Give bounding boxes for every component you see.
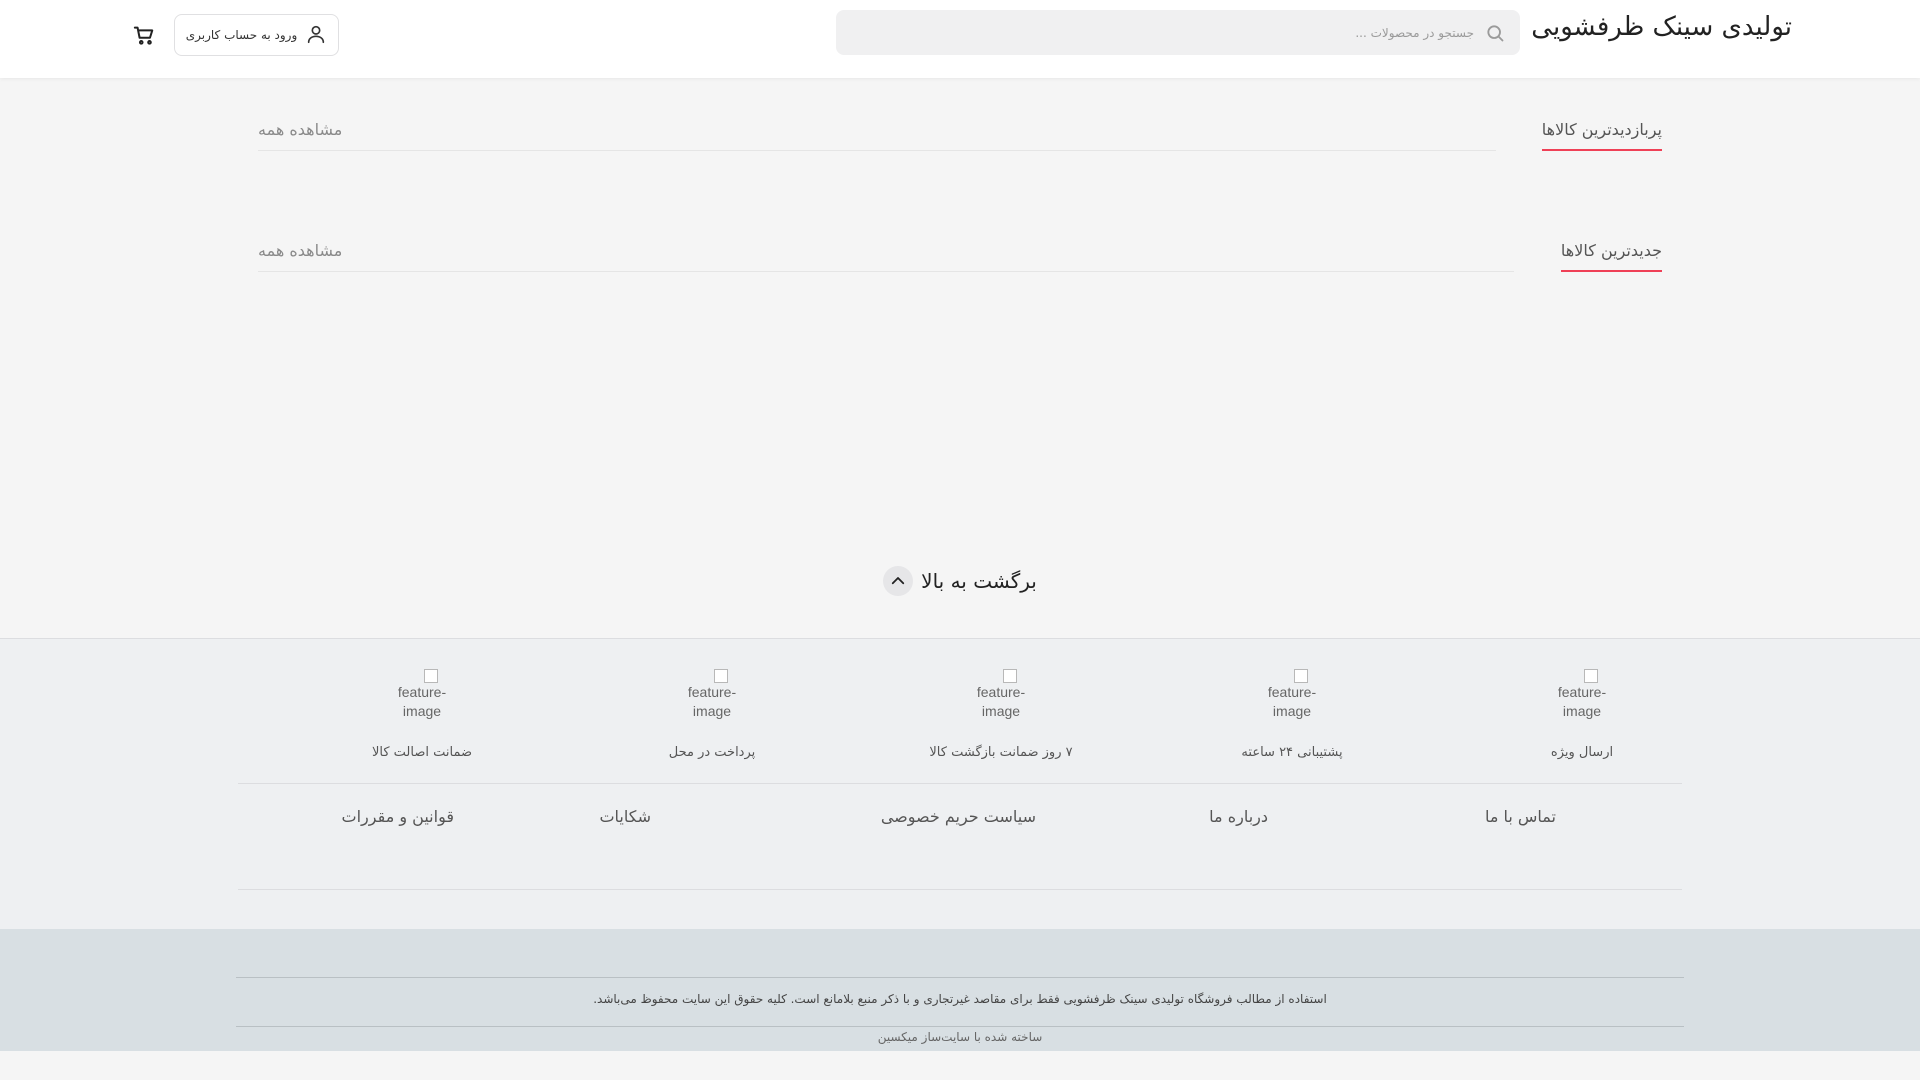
back-to-top-button[interactable]: برگشت به بالا: [0, 566, 1920, 596]
login-button[interactable]: ورود به حساب کاربری: [174, 14, 339, 56]
copyright-text: استفاده از مطالب فروشگاه تولیدی سینک ظرف…: [593, 992, 1327, 1006]
broken-image-icon: [714, 669, 728, 683]
newest-section: جدیدترین کالاها مشاهده همه: [258, 231, 1662, 272]
broken-image-icon: [1294, 669, 1308, 683]
footer-link-complaints[interactable]: شکایات: [599, 807, 651, 826]
feature-label: ارسال ویژه: [1550, 745, 1614, 760]
footer-link-terms[interactable]: قوانین و مقررات: [342, 807, 454, 826]
see-all-link[interactable]: مشاهده همه: [258, 241, 342, 260]
made-with-link[interactable]: ساخته شده با سایت‌ساز میکسین: [0, 1030, 1920, 1044]
search-bar[interactable]: [836, 10, 1520, 55]
most-viewed-section: پربازدیدترین کالاها مشاهده همه: [258, 110, 1662, 151]
login-label: ورود به حساب کاربری: [185, 28, 298, 42]
footer-link-privacy[interactable]: سیاست حریم خصوصی: [881, 807, 1036, 826]
feature-label: ۷ روز ضمانت بازگشت کالا: [929, 745, 1073, 760]
chevron-up-icon: [883, 566, 914, 596]
section-divider: [258, 271, 1514, 272]
broken-image-icon: [1584, 669, 1598, 683]
footer-link-contact[interactable]: تماس با ما: [1485, 807, 1556, 826]
user-icon: [305, 23, 327, 48]
site-footer: feature-image ارسال ویژه feature-image پ…: [0, 638, 1920, 929]
search-icon[interactable]: [1484, 22, 1506, 44]
copyright-bar: استفاده از مطالب فروشگاه تولیدی سینک ظرف…: [0, 929, 1920, 1051]
feature-label: پشتیبانی ۲۴ ساعته: [1241, 745, 1343, 760]
footer-link-about[interactable]: درباره ما: [1209, 807, 1268, 826]
footer-links: تماس با ما درباره ما سیاست حریم خصوصی شک…: [238, 807, 1682, 847]
broken-image-icon: [1003, 669, 1017, 683]
search-input[interactable]: [874, 25, 1474, 40]
footer-divider: [238, 783, 1682, 784]
section-title: جدیدترین کالاها: [1560, 241, 1662, 272]
copyright-divider: [236, 1026, 1684, 1027]
feature-image: feature-image: [1262, 669, 1322, 725]
feature-image: feature-image: [1552, 669, 1612, 725]
feature-label: ضمانت اصالت کالا: [371, 745, 473, 760]
features-row: feature-image ارسال ویژه feature-image پ…: [238, 669, 1682, 760]
cart-icon[interactable]: [132, 24, 156, 46]
feature-image: feature-image: [392, 669, 452, 725]
feature-item: feature-image ضمانت اصالت کالا: [322, 669, 522, 760]
feature-item: feature-image پرداخت در محل: [612, 669, 812, 760]
feature-label: پرداخت در محل: [668, 745, 756, 760]
copyright-divider: [236, 977, 1684, 978]
feature-image: feature-image: [971, 669, 1031, 725]
feature-item: feature-image پشتیبانی ۲۴ ساعته: [1192, 669, 1392, 760]
feature-item: feature-image ارسال ویژه: [1482, 669, 1682, 760]
footer-divider: [238, 889, 1682, 890]
site-header: تولیدی سینک ظرفشویی ورود به حساب کاربری: [0, 0, 1920, 78]
back-to-top-label: برگشت به بالا: [921, 569, 1037, 593]
site-title[interactable]: تولیدی سینک ظرفشویی: [1531, 12, 1792, 42]
section-title: پربازدیدترین کالاها: [1541, 120, 1662, 151]
feature-item: feature-image ۷ روز ضمانت بازگشت کالا: [901, 669, 1101, 760]
broken-image-icon: [424, 669, 438, 683]
see-all-link[interactable]: مشاهده همه: [258, 120, 342, 139]
feature-image: feature-image: [682, 669, 742, 725]
section-divider: [258, 150, 1496, 151]
